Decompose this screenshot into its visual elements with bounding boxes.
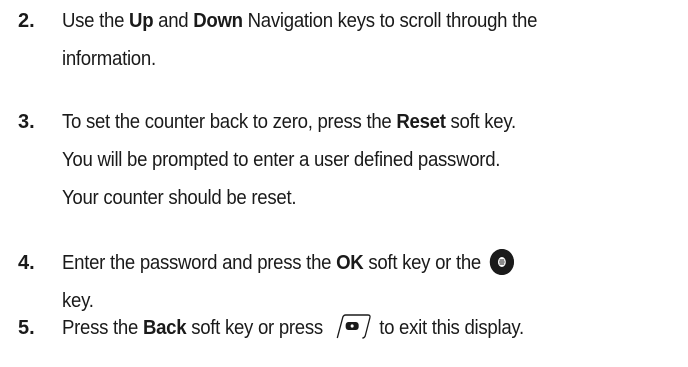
step-line: Press the Back soft key or press to exit… [62, 309, 639, 347]
text-run: and [153, 10, 194, 32]
step-line: You will be prompted to enter a user def… [62, 149, 501, 171]
ok-center-key-icon [489, 249, 514, 275]
text-run: Press the [62, 317, 143, 339]
step-line: Your counter should be reset. [62, 187, 297, 209]
text-run: to exit this display. [374, 317, 524, 339]
step-text: Press the Back soft key or press to exit… [62, 309, 639, 347]
bold-term-reset: Reset [396, 111, 446, 133]
step-text: To set the counter back to zero, press t… [62, 103, 639, 217]
step-number: 5. [18, 317, 35, 339]
step-line: information. [62, 48, 156, 70]
manual-page: 2. Use the Up and Down Navigation keys t… [0, 0, 688, 367]
text-run: Navigation keys to scroll through the [242, 10, 538, 32]
step-line: Enter the password and press the OK soft… [62, 244, 639, 282]
bold-term-up: Up [129, 10, 154, 32]
step-line: To set the counter back to zero, press t… [62, 103, 639, 141]
bold-term-back: Back [142, 317, 187, 339]
step-number: 4. [18, 252, 35, 274]
step-line: Use the Up and Down Navigation keys to s… [62, 2, 639, 40]
text-run: Use the [62, 10, 130, 32]
step-number: 2. [18, 10, 35, 32]
end-power-key-icon [330, 314, 373, 340]
text-run: To set the counter back to zero, press t… [62, 111, 397, 133]
text-run: soft key. [445, 111, 517, 133]
step-text: Use the Up and Down Navigation keys to s… [62, 2, 639, 78]
text-run: soft key or the [363, 252, 486, 274]
text-run: Enter the password and press the [62, 252, 337, 274]
bold-term-down: Down [193, 10, 243, 32]
text-run: soft key or press [186, 317, 328, 339]
step-number: 3. [18, 111, 35, 133]
bold-term-ok: OK [336, 252, 364, 274]
